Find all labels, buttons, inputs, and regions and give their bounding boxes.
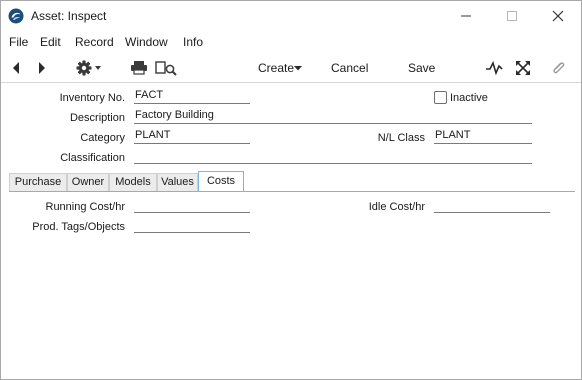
gear-icon [76, 60, 101, 76]
inactive-label: Inactive [450, 92, 488, 104]
operations-menu-button[interactable] [73, 55, 107, 81]
menu-edit[interactable]: Edit [40, 35, 61, 49]
close-button[interactable] [541, 5, 575, 27]
menu-window[interactable]: Window [125, 35, 168, 49]
maximize-button[interactable] [495, 5, 529, 27]
save-label: Save [408, 61, 436, 75]
idle-cost-field[interactable] [434, 198, 550, 213]
inventory-no-label: Inventory No. [59, 92, 125, 104]
tab-purchase[interactable]: Purchase [9, 173, 67, 191]
expand-arrows-icon [516, 61, 530, 75]
menu-info[interactable]: Info [183, 35, 203, 49]
asset-inspect-window: Asset: Inspect File Edit Record Window I… [0, 0, 582, 380]
chevron-down-icon [294, 66, 302, 71]
menu-file[interactable]: File [9, 35, 28, 49]
minimize-icon [461, 15, 471, 17]
idle-cost-label: Idle Cost/hr [368, 201, 425, 213]
tab-underline [9, 191, 575, 192]
title-bar[interactable]: Asset: Inspect [1, 1, 581, 31]
classification-label: Classification [60, 152, 125, 164]
description-label: Description [69, 112, 125, 124]
nl-class-label: N/L Class [377, 132, 425, 144]
toolbar: Create Cancel Save [1, 55, 581, 81]
app-logo-icon [8, 8, 24, 24]
prod-tags-label: Prod. Tags/Objects [32, 221, 125, 233]
previous-record-button[interactable] [7, 55, 27, 81]
nl-class-field[interactable]: PLANT [434, 129, 532, 144]
close-icon [552, 10, 564, 22]
save-button[interactable]: Save [404, 55, 440, 81]
paperclip-icon [553, 62, 565, 74]
tab-values[interactable]: Values [157, 173, 198, 191]
inventory-no-field[interactable]: FACT [134, 89, 250, 104]
running-cost-label: Running Cost/hr [45, 201, 126, 213]
expand-button[interactable] [512, 55, 534, 81]
arrow-right-icon [39, 62, 45, 74]
tab-owner[interactable]: Owner [67, 173, 109, 191]
cancel-label: Cancel [331, 61, 369, 75]
arrow-left-icon [13, 62, 19, 74]
print-button[interactable] [129, 55, 149, 81]
print-preview-icon [155, 61, 177, 76]
tab-costs[interactable]: Costs [198, 171, 244, 192]
create-menu-button[interactable]: Create [254, 55, 310, 81]
menu-record[interactable]: Record [75, 35, 114, 49]
category-label: Category [80, 132, 125, 144]
attachment-button[interactable] [547, 55, 569, 81]
activity-button[interactable] [483, 55, 505, 81]
cancel-button[interactable]: Cancel [327, 55, 373, 81]
running-cost-field[interactable] [134, 198, 250, 213]
pulse-icon [486, 60, 503, 76]
tab-models[interactable]: Models [109, 173, 157, 191]
inactive-checkbox[interactable] [434, 91, 447, 104]
print-preview-button[interactable] [153, 55, 181, 81]
window-title: Asset: Inspect [31, 9, 107, 23]
menu-bar: File Edit Record Window Info [1, 33, 581, 53]
toolbar-divider [1, 82, 581, 83]
next-record-button[interactable] [31, 55, 51, 81]
minimize-button[interactable] [449, 5, 483, 27]
description-field[interactable]: Factory Building [134, 109, 532, 124]
prod-tags-field[interactable] [134, 218, 250, 233]
printer-icon [131, 61, 147, 75]
maximize-icon [507, 11, 517, 21]
classification-field[interactable] [134, 149, 532, 164]
category-field[interactable]: PLANT [134, 129, 250, 144]
